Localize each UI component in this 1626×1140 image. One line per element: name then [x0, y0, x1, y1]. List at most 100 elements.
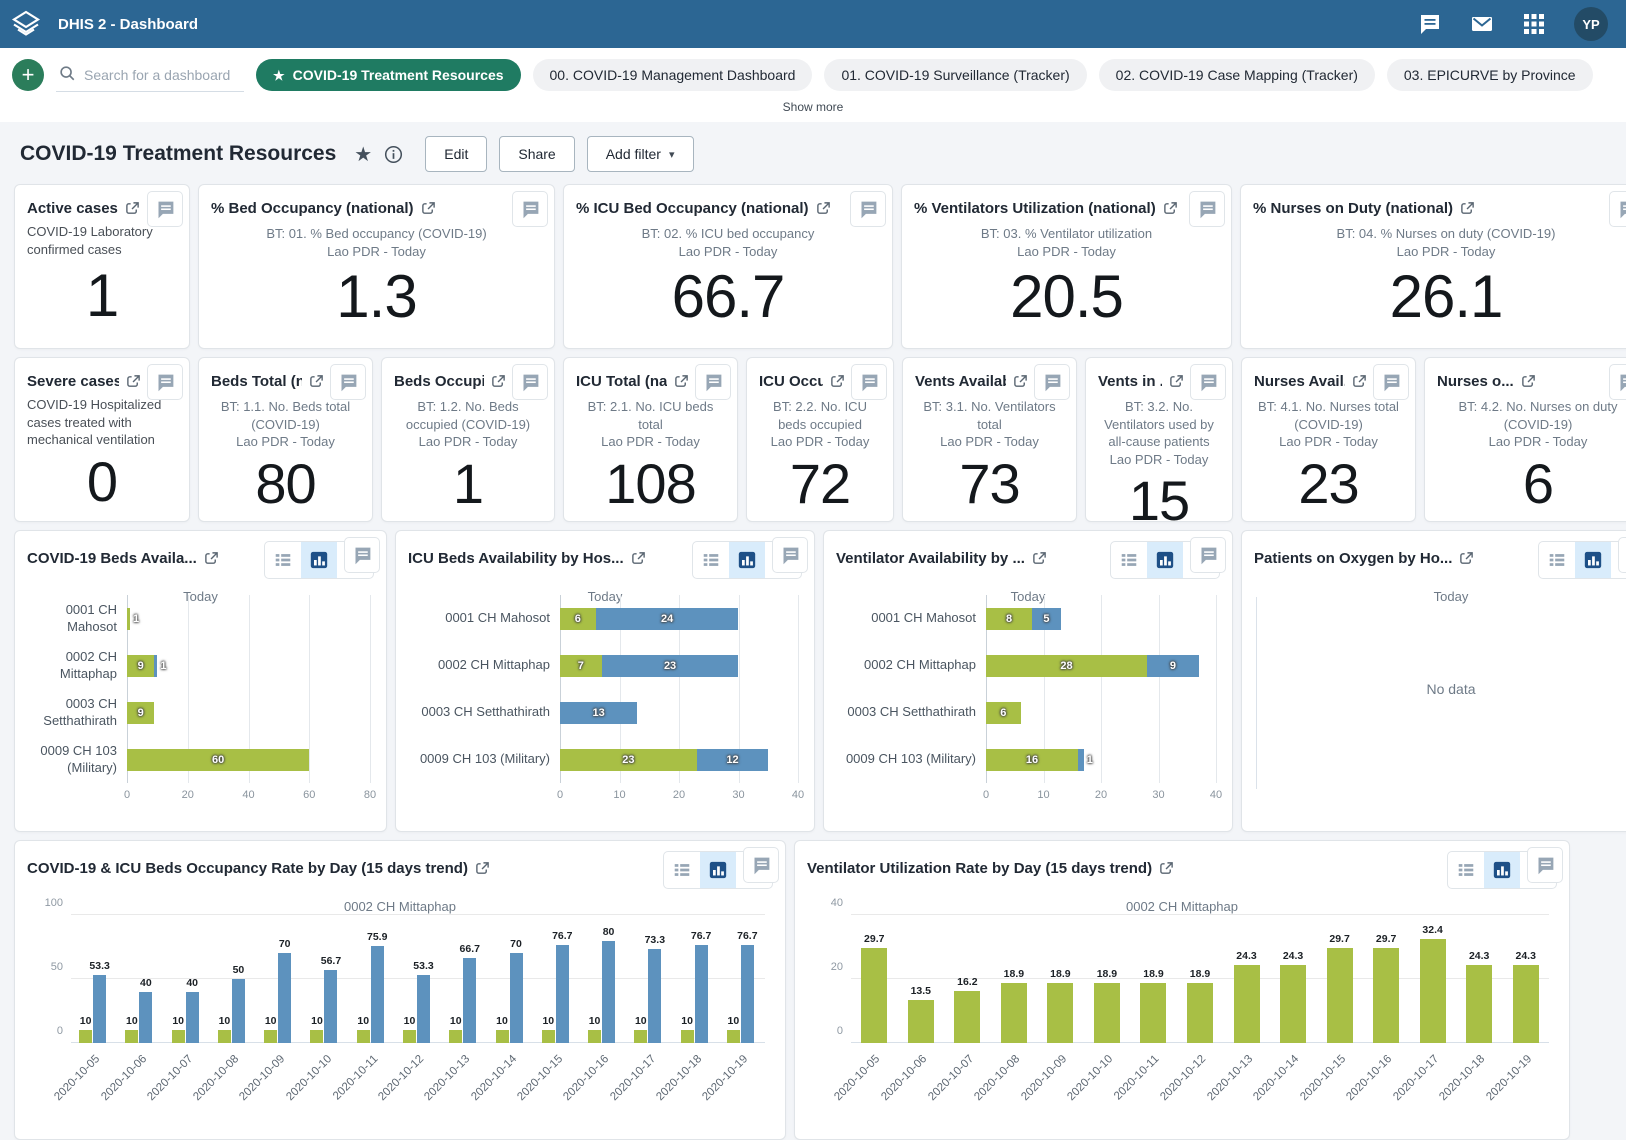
bar[interactable]	[449, 1030, 462, 1043]
bar[interactable]	[1001, 983, 1027, 1043]
comments-button[interactable]	[512, 191, 548, 227]
bar-segment[interactable]	[127, 608, 130, 630]
bar[interactable]	[1234, 965, 1260, 1043]
bar[interactable]	[357, 1030, 370, 1043]
edit-button[interactable]: Edit	[425, 136, 487, 172]
comments-button[interactable]	[1373, 364, 1409, 400]
bar[interactable]	[1047, 983, 1073, 1043]
bar[interactable]	[324, 970, 337, 1043]
bar[interactable]	[1327, 948, 1353, 1043]
bar[interactable]	[861, 948, 887, 1043]
add-filter-button[interactable]: Add filter ▾	[587, 136, 694, 172]
bar[interactable]	[1373, 948, 1399, 1043]
info-icon[interactable]	[384, 145, 403, 164]
bar[interactable]	[264, 1030, 277, 1043]
bar[interactable]	[695, 945, 708, 1043]
comments-button[interactable]	[1609, 191, 1626, 227]
comments-button[interactable]	[147, 191, 183, 227]
bar[interactable]	[1280, 965, 1306, 1043]
bar[interactable]	[727, 1030, 740, 1043]
bar[interactable]	[634, 1030, 647, 1043]
bar[interactable]	[954, 991, 980, 1043]
dashboard-chip[interactable]: 02. COVID-19 Case Mapping (Tracker)	[1099, 59, 1375, 91]
chart-view-button[interactable]	[1484, 852, 1520, 888]
comments-button[interactable]	[512, 364, 548, 400]
bar[interactable]	[278, 953, 291, 1043]
bar[interactable]	[232, 979, 245, 1043]
bar[interactable]	[496, 1030, 509, 1043]
dashboard-chip[interactable]: 03. EPICURVE by Province	[1387, 59, 1593, 91]
bar[interactable]	[602, 941, 615, 1043]
bar-segment[interactable]: 24	[596, 608, 739, 630]
bar[interactable]	[371, 946, 384, 1043]
bar-segment[interactable]	[1078, 749, 1084, 771]
table-view-button[interactable]	[1539, 542, 1575, 578]
bar-segment[interactable]: 9	[127, 655, 154, 677]
dashboard-chip[interactable]: 01. COVID-19 Surveillance (Tracker)	[824, 59, 1086, 91]
bar[interactable]	[1513, 965, 1539, 1043]
bar[interactable]	[139, 992, 152, 1043]
bar[interactable]	[1140, 983, 1166, 1043]
bar[interactable]	[648, 949, 661, 1043]
bar[interactable]	[1187, 983, 1213, 1043]
mail-icon[interactable]	[1470, 12, 1494, 36]
bar[interactable]	[186, 992, 199, 1043]
table-view-button[interactable]	[265, 542, 301, 578]
bar-segment[interactable]: 28	[986, 655, 1147, 677]
comments-button[interactable]	[851, 364, 887, 400]
bar[interactable]	[588, 1030, 601, 1043]
comments-button[interactable]	[695, 364, 731, 400]
dashboard-chip[interactable]: ★COVID-19 Treatment Resources	[256, 59, 521, 91]
bar-segment[interactable]: 6	[986, 702, 1021, 724]
comments-button[interactable]	[330, 364, 366, 400]
bar[interactable]	[1466, 965, 1492, 1043]
bar[interactable]	[1094, 983, 1120, 1043]
star-favorite-icon[interactable]: ★	[354, 142, 372, 167]
chart-view-button[interactable]	[1575, 542, 1611, 578]
bar[interactable]	[125, 1030, 138, 1043]
bar-segment[interactable]: 7	[560, 655, 602, 677]
comments-button[interactable]	[1189, 191, 1225, 227]
bar-segment[interactable]: 23	[602, 655, 739, 677]
bar[interactable]	[218, 1030, 231, 1043]
bar-segment[interactable]: 8	[986, 608, 1032, 630]
apps-grid-icon[interactable]	[1522, 12, 1546, 36]
bar[interactable]	[310, 1030, 323, 1043]
messages-icon[interactable]	[1418, 12, 1442, 36]
comments-button[interactable]	[147, 364, 183, 400]
comments-button[interactable]	[1527, 847, 1563, 883]
bar[interactable]	[556, 945, 569, 1043]
table-view-button[interactable]	[1111, 542, 1147, 578]
bar[interactable]	[510, 953, 523, 1043]
comments-button[interactable]	[772, 537, 808, 573]
bar-segment[interactable]: 6	[560, 608, 596, 630]
comments-button[interactable]	[1618, 537, 1626, 573]
bar-segment[interactable]: 9	[1147, 655, 1199, 677]
bar[interactable]	[403, 1030, 416, 1043]
user-avatar[interactable]: YP	[1574, 7, 1608, 41]
bar-segment[interactable]: 60	[127, 749, 309, 771]
comments-button[interactable]	[1190, 537, 1226, 573]
dashboard-search[interactable]: Search for a dashboard	[56, 58, 244, 92]
chart-view-button[interactable]	[729, 542, 765, 578]
chart-view-button[interactable]	[700, 852, 736, 888]
table-view-button[interactable]	[1448, 852, 1484, 888]
comments-button[interactable]	[1609, 364, 1626, 400]
share-button[interactable]: Share	[499, 136, 574, 172]
bar[interactable]	[463, 958, 476, 1043]
comments-button[interactable]	[1034, 364, 1070, 400]
bar[interactable]	[172, 1030, 185, 1043]
bar-segment[interactable]	[154, 655, 157, 677]
bar-segment[interactable]: 5	[1032, 608, 1061, 630]
dhis2-logo-icon[interactable]	[0, 0, 52, 48]
dashboard-chip[interactable]: 00. COVID-19 Management Dashboard	[533, 59, 813, 91]
new-dashboard-button[interactable]: +	[12, 59, 44, 91]
bar-segment[interactable]: 23	[560, 749, 697, 771]
bar-segment[interactable]: 13	[560, 702, 637, 724]
show-more-link[interactable]: Show more	[8, 92, 1618, 122]
comments-button[interactable]	[850, 191, 886, 227]
comments-button[interactable]	[1190, 364, 1226, 400]
bar-segment[interactable]: 9	[127, 702, 154, 724]
bar[interactable]	[908, 1000, 934, 1043]
chart-view-button[interactable]	[1147, 542, 1183, 578]
